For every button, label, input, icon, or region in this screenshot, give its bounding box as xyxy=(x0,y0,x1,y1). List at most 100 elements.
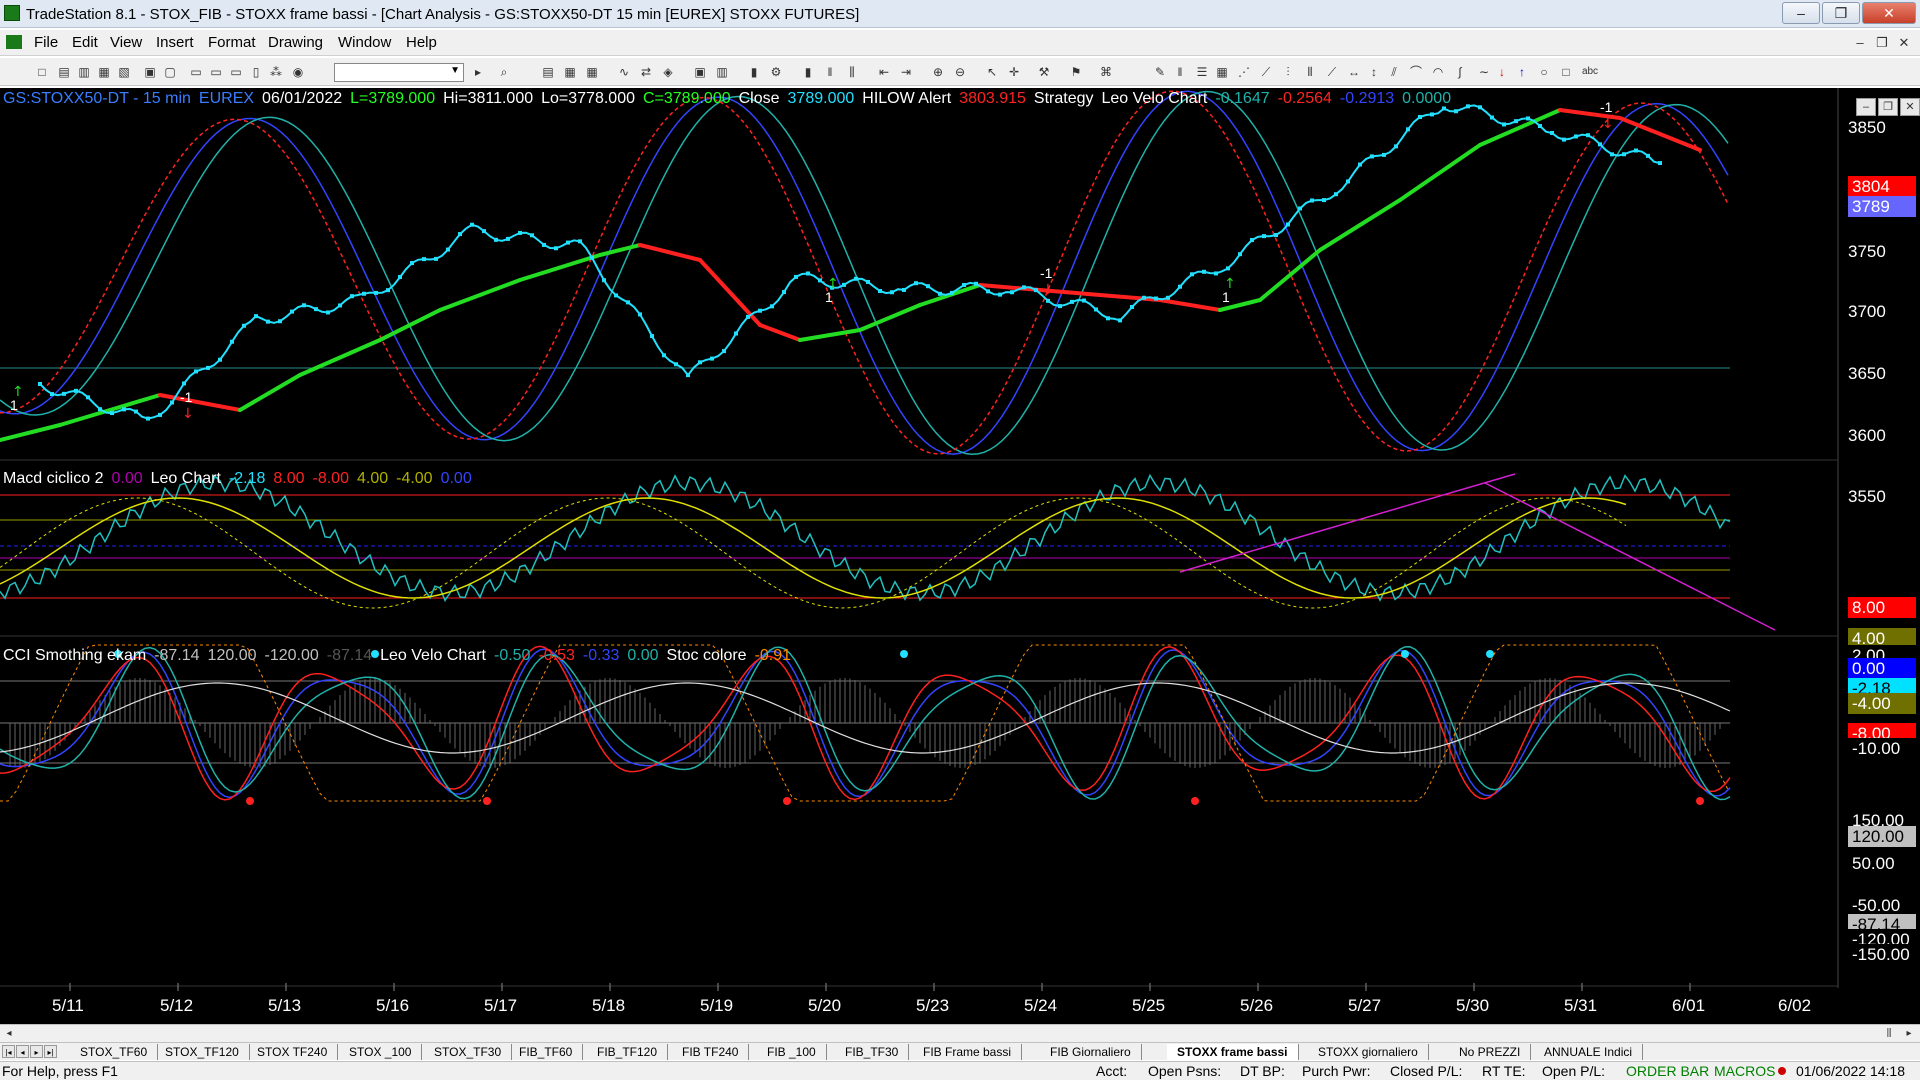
tab-fib-tf30[interactable]: FIB_TF30 xyxy=(835,1044,910,1060)
strategy-icon[interactable]: ⇄ xyxy=(638,64,654,80)
menu-insert[interactable]: Insert xyxy=(156,34,194,51)
tab-fib-giornaliero[interactable]: FIB Giornaliero xyxy=(1040,1044,1142,1060)
tab-stox-tf60[interactable]: STOX_TF60 xyxy=(70,1044,159,1060)
close-button[interactable]: ✕ xyxy=(1862,2,1916,24)
mdi-restore-icon[interactable]: ❐ xyxy=(1872,34,1892,52)
tab-first-icon[interactable]: |◂ xyxy=(2,1045,15,1058)
tab-fib-tf60[interactable]: FIB_TF60 xyxy=(509,1044,584,1060)
menu-edit[interactable]: Edit xyxy=(72,34,98,51)
horizontal-scrollbar[interactable]: ◂ ⫼ ▸ xyxy=(0,1024,1920,1042)
freehand-icon[interactable]: ∼ xyxy=(1476,64,1492,80)
fib-time-icon[interactable]: ⫴ xyxy=(1302,64,1318,80)
gann-icon[interactable]: ⟋ xyxy=(1258,64,1274,80)
flag-icon[interactable]: ⚑ xyxy=(1068,64,1084,80)
tab-prev-icon[interactable]: ◂ xyxy=(16,1045,29,1058)
lock-icon[interactable]: ▯ xyxy=(248,64,264,80)
hammer-icon[interactable]: ⚒ xyxy=(1036,64,1052,80)
insert-window-icon[interactable]: ▣ xyxy=(692,64,708,80)
print-icon[interactable]: ▣ xyxy=(142,64,158,80)
radar-screen-icon[interactable]: ▦ xyxy=(562,64,578,80)
fib-icon[interactable]: ⫶ xyxy=(1280,64,1296,80)
scroll-left-icon[interactable]: ⇤ xyxy=(876,64,892,80)
fan-icon[interactable]: ⋰ xyxy=(1236,64,1252,80)
format-icon[interactable]: ⚙ xyxy=(768,64,784,80)
indicator-icon[interactable]: ∿ xyxy=(616,64,632,80)
tab-last-icon[interactable]: ▸| xyxy=(44,1045,57,1058)
maximize-button[interactable]: ❐ xyxy=(1822,2,1860,24)
menu-window[interactable]: Window xyxy=(338,34,391,51)
macros-button[interactable]: MACROS xyxy=(1714,1063,1775,1079)
arrow-down-icon[interactable]: ↓ xyxy=(1494,64,1510,80)
tab-stox-tf120[interactable]: STOX_TF120 xyxy=(155,1044,250,1060)
tab-stox-100[interactable]: STOX _100 xyxy=(339,1044,423,1060)
rectangle-icon[interactable]: □ xyxy=(1558,64,1574,80)
menu-view[interactable]: View xyxy=(110,34,142,51)
open-workspace-icon[interactable]: ▥ xyxy=(76,64,92,80)
arrow-up-icon[interactable]: ↑ xyxy=(1514,64,1530,80)
horizontal-line-icon[interactable]: ↔ xyxy=(1346,64,1362,80)
grid-icon[interactable]: ▦ xyxy=(1214,64,1230,80)
hbars-icon[interactable]: ‖ xyxy=(1172,64,1188,80)
window-icon[interactable]: ▭ xyxy=(188,64,204,80)
order-bar-button[interactable]: ORDER BAR xyxy=(1626,1063,1709,1079)
arc-icon[interactable]: ⌒ xyxy=(1408,64,1424,80)
mdi-close-icon[interactable]: ✕ xyxy=(1894,34,1914,52)
scroll-right-icon[interactable]: ⇥ xyxy=(898,64,914,80)
zoom-out-icon[interactable]: ⊖ xyxy=(952,64,968,80)
window2-icon[interactable]: ▭ xyxy=(208,64,224,80)
tab-fib-tf240[interactable]: FIB TF240 xyxy=(672,1044,750,1060)
chart-restore-icon[interactable]: ❐ xyxy=(1878,98,1898,116)
matrix-icon[interactable]: ▦ xyxy=(584,64,600,80)
tab-stox-tf240[interactable]: STOX TF240 xyxy=(247,1044,339,1060)
crosshair-icon[interactable]: ✛ xyxy=(1006,64,1022,80)
vertical-line-icon[interactable]: ↕ xyxy=(1366,64,1382,80)
open-icon[interactable]: ▤ xyxy=(56,64,72,80)
chart-canvas[interactable]: 1↑ -1↓1↑-1↓ 1↑-1↓ xyxy=(0,88,1920,1024)
scroll-left-arrow-icon[interactable]: ◂ xyxy=(2,1027,16,1041)
tools-icon[interactable]: ⌘ xyxy=(1098,64,1114,80)
save-all-icon[interactable]: ▧ xyxy=(116,64,132,80)
curve-icon[interactable]: ∫ xyxy=(1452,64,1468,80)
chart-minimize-icon[interactable]: ‒ xyxy=(1856,98,1876,116)
tab-fib-tf120[interactable]: FIB_TF120 xyxy=(587,1044,669,1060)
trendline-icon[interactable]: ⟋ xyxy=(1324,64,1340,80)
new-icon[interactable]: □ xyxy=(34,64,50,80)
menu-format[interactable]: Format xyxy=(208,34,256,51)
chart-icon[interactable]: ▤ xyxy=(540,64,556,80)
menu-drawing[interactable]: Drawing xyxy=(268,34,323,51)
print-preview-icon[interactable]: ▢ xyxy=(162,64,178,80)
tab-stox-tf30[interactable]: STOX_TF30 xyxy=(424,1044,513,1060)
scroll-thumb-icon[interactable]: ⫼ xyxy=(1882,1027,1896,1041)
save-icon[interactable]: ▦ xyxy=(96,64,112,80)
radar-icon[interactable]: ◉ xyxy=(290,64,306,80)
tab-fib-frame-bassi[interactable]: FIB Frame bassi xyxy=(913,1044,1023,1060)
tile-icon[interactable]: ▥ xyxy=(714,64,730,80)
minimize-button[interactable]: ‒ xyxy=(1782,2,1820,24)
network-icon[interactable]: ⁂ xyxy=(268,64,284,80)
menu-help[interactable]: Help xyxy=(406,34,437,51)
channel-icon[interactable]: ⫽ xyxy=(1386,64,1402,80)
tab-stoxx-giornaliero[interactable]: STOXX giornaliero xyxy=(1308,1044,1429,1060)
scroll-right-arrow-icon[interactable]: ▸ xyxy=(1902,1027,1916,1041)
bar-chart-icon[interactable]: ▮ xyxy=(746,64,762,80)
lines-icon[interactable]: ⫼ xyxy=(844,64,860,80)
candle-icon[interactable]: ▮ xyxy=(800,64,816,80)
paint-icon[interactable]: ◈ xyxy=(660,64,676,80)
tab-fib-100[interactable]: FIB _100 xyxy=(757,1044,827,1060)
fib-arc-icon[interactable]: ◠ xyxy=(1430,64,1446,80)
ellipse-icon[interactable]: ○ xyxy=(1536,64,1552,80)
text-icon[interactable]: abc xyxy=(1578,64,1602,80)
window3-icon[interactable]: ▭ xyxy=(228,64,244,80)
pointer-icon[interactable]: ↖ xyxy=(984,64,1000,80)
tab-no-prezzi[interactable]: No PREZZI xyxy=(1449,1044,1532,1060)
zoom-in-icon[interactable]: ⊕ xyxy=(930,64,946,80)
arrow-right-icon[interactable]: ▸ xyxy=(470,64,486,80)
lookup-icon[interactable]: ⌕ xyxy=(496,64,512,80)
tab-next-icon[interactable]: ▸ xyxy=(30,1045,43,1058)
menu-file[interactable]: File xyxy=(34,34,58,51)
bars-icon[interactable]: ‖ xyxy=(822,64,838,80)
pencil-icon[interactable]: ✎ xyxy=(1152,64,1168,80)
mdi-minimize-icon[interactable]: ‒ xyxy=(1850,34,1870,52)
menu-lines-icon[interactable]: ☰ xyxy=(1194,64,1210,80)
symbol-select[interactable]: ▼ xyxy=(334,63,464,82)
